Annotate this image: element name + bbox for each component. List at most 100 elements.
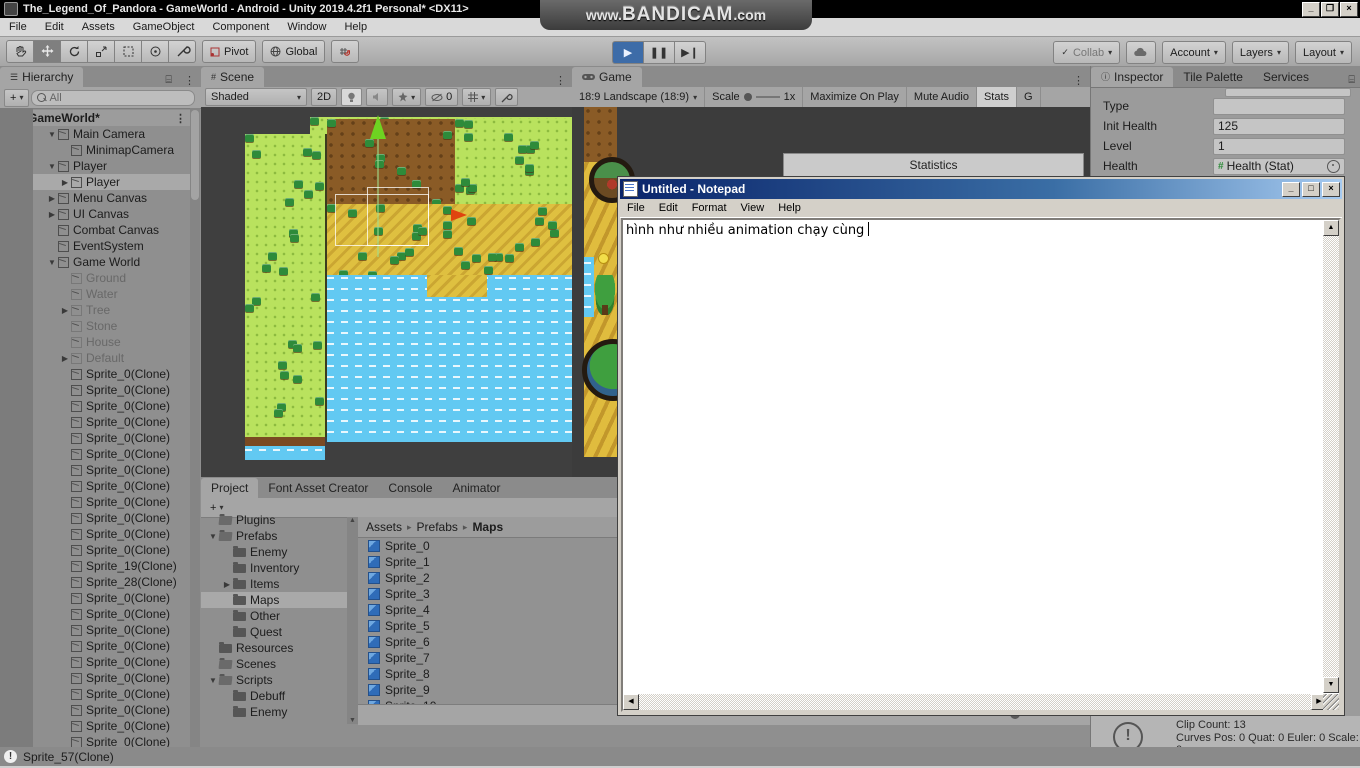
scroll-up-icon[interactable]: ▲ — [1323, 220, 1339, 236]
menu-component[interactable]: Component — [203, 18, 278, 36]
hierarchy-row[interactable]: EventSystem — [33, 238, 190, 254]
expand-open-icon[interactable]: ▼ — [46, 162, 58, 171]
slider-knob[interactable] — [744, 93, 752, 101]
project-folder-row[interactable]: ▼Scripts — [201, 672, 347, 688]
notepad-menu-view[interactable]: View — [734, 202, 772, 214]
project-folder-row[interactable]: Quest — [201, 624, 347, 640]
scroll-down-icon[interactable]: ▼ — [349, 717, 356, 724]
resize-grip[interactable] — [1323, 694, 1339, 710]
hierarchy-row[interactable]: Sprite_0(Clone) — [33, 622, 190, 638]
hierarchy-row[interactable]: Sprite_0(Clone) — [33, 606, 190, 622]
hierarchy-scrollbar[interactable] — [190, 108, 200, 747]
project-folder-row[interactable]: ▼Prefabs — [201, 528, 347, 544]
hierarchy-row[interactable]: Sprite_0(Clone) — [33, 734, 190, 747]
project-folder-row[interactable]: Maps — [201, 592, 347, 608]
kebab-menu-icon[interactable]: ⋮ — [1067, 74, 1090, 87]
hierarchy-row[interactable]: Sprite_0(Clone) — [33, 526, 190, 542]
hierarchy-row[interactable]: ▼GameWorld*⋮ — [33, 110, 190, 126]
project-folder-row[interactable]: Enemy — [201, 544, 347, 560]
close-button[interactable]: × — [1340, 2, 1358, 17]
notepad-horizontal-scrollbar[interactable]: ◀ ▶ — [623, 694, 1327, 710]
hierarchy-row[interactable]: Sprite_0(Clone) — [33, 638, 190, 654]
pivot-toggle[interactable]: Pivot — [202, 40, 256, 63]
hierarchy-row[interactable]: House — [33, 334, 190, 350]
kebab-menu-icon[interactable]: ⋮ — [178, 74, 201, 87]
tab-tile-palette[interactable]: Tile Palette — [1173, 67, 1253, 87]
notepad-menu-edit[interactable]: Edit — [652, 202, 685, 214]
stats-toggle[interactable]: Stats — [977, 87, 1017, 107]
pause-button[interactable]: ❚❚ — [644, 41, 675, 64]
global-toggle[interactable]: Global — [262, 40, 325, 63]
project-folder-row[interactable]: Plugins — [201, 512, 347, 528]
expand-open-icon[interactable]: ▼ — [207, 532, 219, 541]
project-folder-row[interactable]: Inventory — [201, 560, 347, 576]
hierarchy-row[interactable]: Sprite_0(Clone) — [33, 430, 190, 446]
notepad-maximize-button[interactable]: □ — [1302, 182, 1320, 197]
scroll-down-icon[interactable]: ▼ — [1323, 677, 1339, 693]
maximize-on-play-toggle[interactable]: Maximize On Play — [803, 87, 907, 107]
lock-icon[interactable]: ⌸ — [159, 74, 178, 87]
breadcrumb-item[interactable]: Prefabs — [417, 520, 458, 534]
tab-font-asset-creator[interactable]: Font Asset Creator — [258, 478, 378, 498]
tab-console[interactable]: Console — [378, 478, 442, 498]
menu-window[interactable]: Window — [278, 18, 335, 36]
hierarchy-row[interactable]: Sprite_0(Clone) — [33, 366, 190, 382]
field-type[interactable] — [1213, 98, 1345, 115]
object-picker-icon[interactable] — [1327, 160, 1340, 173]
mute-audio-toggle[interactable]: Mute Audio — [907, 87, 977, 107]
hierarchy-row[interactable]: ▶UI Canvas — [33, 206, 190, 222]
notepad-text-area[interactable]: hình như nhiều animation chạy cùng ▲ ▼ ◀… — [621, 218, 1341, 712]
aspect-dropdown[interactable]: 18:9 Landscape (18:9) ▾ — [572, 87, 705, 107]
notepad-close-button[interactable]: × — [1322, 182, 1340, 197]
hierarchy-row[interactable]: Sprite_0(Clone) — [33, 670, 190, 686]
gizmos-dropdown[interactable]: G — [1017, 87, 1041, 107]
field-health[interactable]: #Health (Stat) — [1213, 158, 1345, 175]
field-init-health[interactable]: 125 — [1213, 118, 1345, 135]
notepad-titlebar[interactable]: Untitled - Notepad _ □ × — [620, 179, 1342, 199]
hierarchy-row[interactable]: MinimapCamera — [33, 142, 190, 158]
hierarchy-row[interactable]: Water — [33, 286, 190, 302]
hierarchy-row[interactable]: Sprite_0(Clone) — [33, 398, 190, 414]
add-object-button[interactable]: + ▾ — [4, 89, 29, 107]
project-folder-row[interactable]: Enemy — [201, 704, 347, 719]
tab-hierarchy[interactable]: ☰ Hierarchy — [0, 67, 83, 87]
hierarchy-row[interactable]: Sprite_0(Clone) — [33, 414, 190, 430]
field-level[interactable]: 1 — [1213, 138, 1345, 155]
breadcrumb-item[interactable]: Assets — [366, 520, 402, 534]
menu-help[interactable]: Help — [335, 18, 376, 36]
expand-closed-icon[interactable]: ▶ — [59, 306, 71, 315]
hierarchy-row[interactable]: Sprite_0(Clone) — [33, 542, 190, 558]
project-folder-row[interactable]: Other — [201, 608, 347, 624]
hierarchy-row[interactable]: ▼Game World — [33, 254, 190, 270]
hierarchy-row[interactable]: Sprite_0(Clone) — [33, 686, 190, 702]
expand-closed-icon[interactable]: ▶ — [46, 194, 58, 203]
notepad-menu-format[interactable]: Format — [685, 202, 734, 214]
expand-closed-icon[interactable]: ▶ — [221, 580, 233, 589]
scale-slider[interactable]: Scale 1x — [705, 87, 803, 107]
expand-open-icon[interactable]: ▼ — [46, 130, 58, 139]
move-gizmo-icon[interactable] — [370, 115, 386, 139]
tab-project[interactable]: Project — [201, 478, 258, 498]
hierarchy-row[interactable]: Combat Canvas — [33, 222, 190, 238]
minimize-button[interactable]: _ — [1302, 2, 1320, 17]
expand-closed-icon[interactable]: ▶ — [59, 354, 71, 363]
play-button[interactable]: ▶ — [612, 41, 644, 64]
shading-mode-dropdown[interactable]: Shaded ▾ — [205, 88, 307, 106]
audio-toggle[interactable] — [366, 88, 388, 106]
hierarchy-row[interactable]: Sprite_19(Clone) — [33, 558, 190, 574]
project-folder-row[interactable]: ▶Items — [201, 576, 347, 592]
hierarchy-row[interactable]: Sprite_0(Clone) — [33, 446, 190, 462]
hierarchy-row[interactable]: ▶Menu Canvas — [33, 190, 190, 206]
hierarchy-row[interactable]: Sprite_0(Clone) — [33, 462, 190, 478]
grid-dropdown[interactable]: ▾ — [462, 88, 491, 106]
account-dropdown[interactable]: Account ▾ — [1162, 41, 1226, 64]
kebab-menu-icon[interactable]: ⋮ — [169, 112, 190, 125]
hierarchy-row[interactable]: ▶Player — [33, 174, 190, 190]
status-bar[interactable]: ! Sprite_57(Clone) — [0, 747, 1360, 766]
hierarchy-row[interactable]: Sprite_0(Clone) — [33, 382, 190, 398]
move-tool-icon[interactable] — [34, 40, 61, 63]
notepad-menu-help[interactable]: Help — [771, 202, 808, 214]
custom-tool-icon[interactable] — [169, 40, 196, 63]
expand-open-icon[interactable]: ▼ — [207, 676, 219, 685]
hierarchy-row[interactable]: Sprite_0(Clone) — [33, 654, 190, 670]
